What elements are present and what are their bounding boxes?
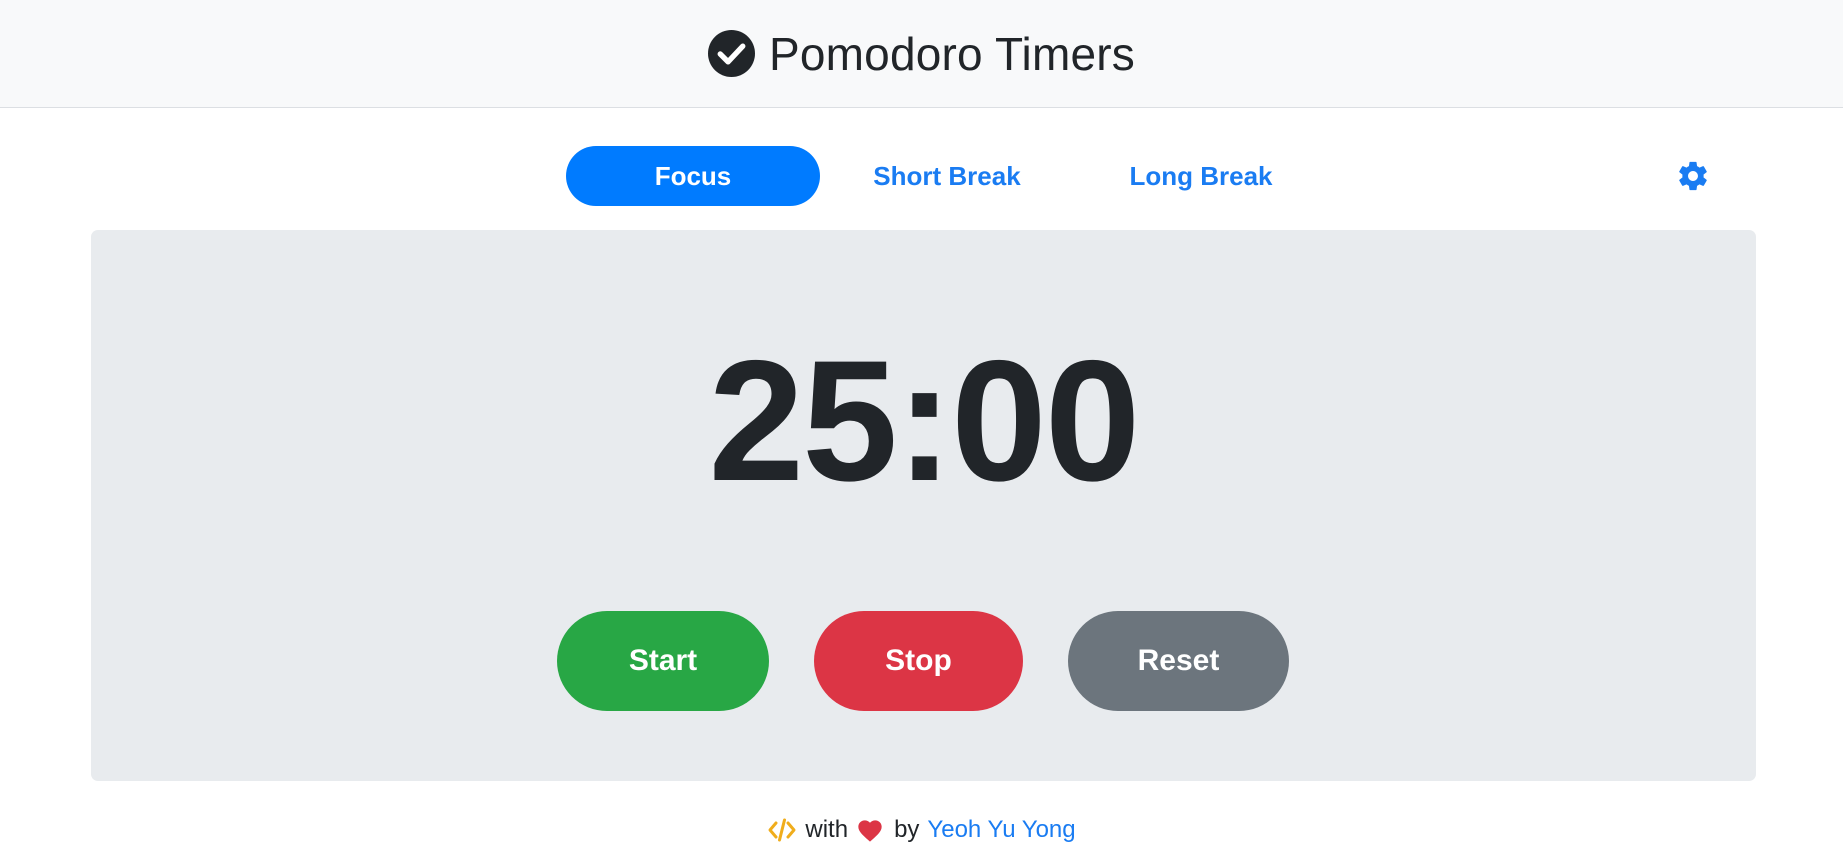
start-button[interactable]: Start (557, 611, 769, 711)
gear-icon (1676, 161, 1710, 197)
author-link[interactable]: Yeoh Yu Yong (927, 816, 1075, 844)
tab-short-break[interactable]: Short Break (820, 146, 1074, 206)
timer-controls: Start Stop Reset (91, 611, 1756, 711)
footer-with-text: with (805, 816, 849, 843)
app-brand: Pomodoro Timers (707, 27, 1135, 81)
tab-focus[interactable]: Focus (566, 146, 820, 206)
settings-button[interactable] (1676, 159, 1710, 193)
tab-long-break[interactable]: Long Break (1074, 146, 1328, 206)
app-header: Pomodoro Timers (0, 0, 1843, 108)
stop-button[interactable]: Stop (814, 611, 1023, 711)
mode-tabs: Focus Short Break Long Break (566, 146, 1328, 206)
app-title: Pomodoro Timers (768, 27, 1135, 80)
footer-by-text: by (894, 816, 920, 843)
check-circle-icon (707, 30, 755, 77)
footer: with by Yeoh Yu Yong (0, 816, 1843, 844)
reset-button[interactable]: Reset (1068, 611, 1289, 711)
timer-display: 25:00 (708, 325, 1141, 517)
timer-card: 25:00 Start Stop Reset (91, 230, 1756, 781)
heart-icon (856, 817, 886, 843)
code-icon (767, 817, 797, 843)
